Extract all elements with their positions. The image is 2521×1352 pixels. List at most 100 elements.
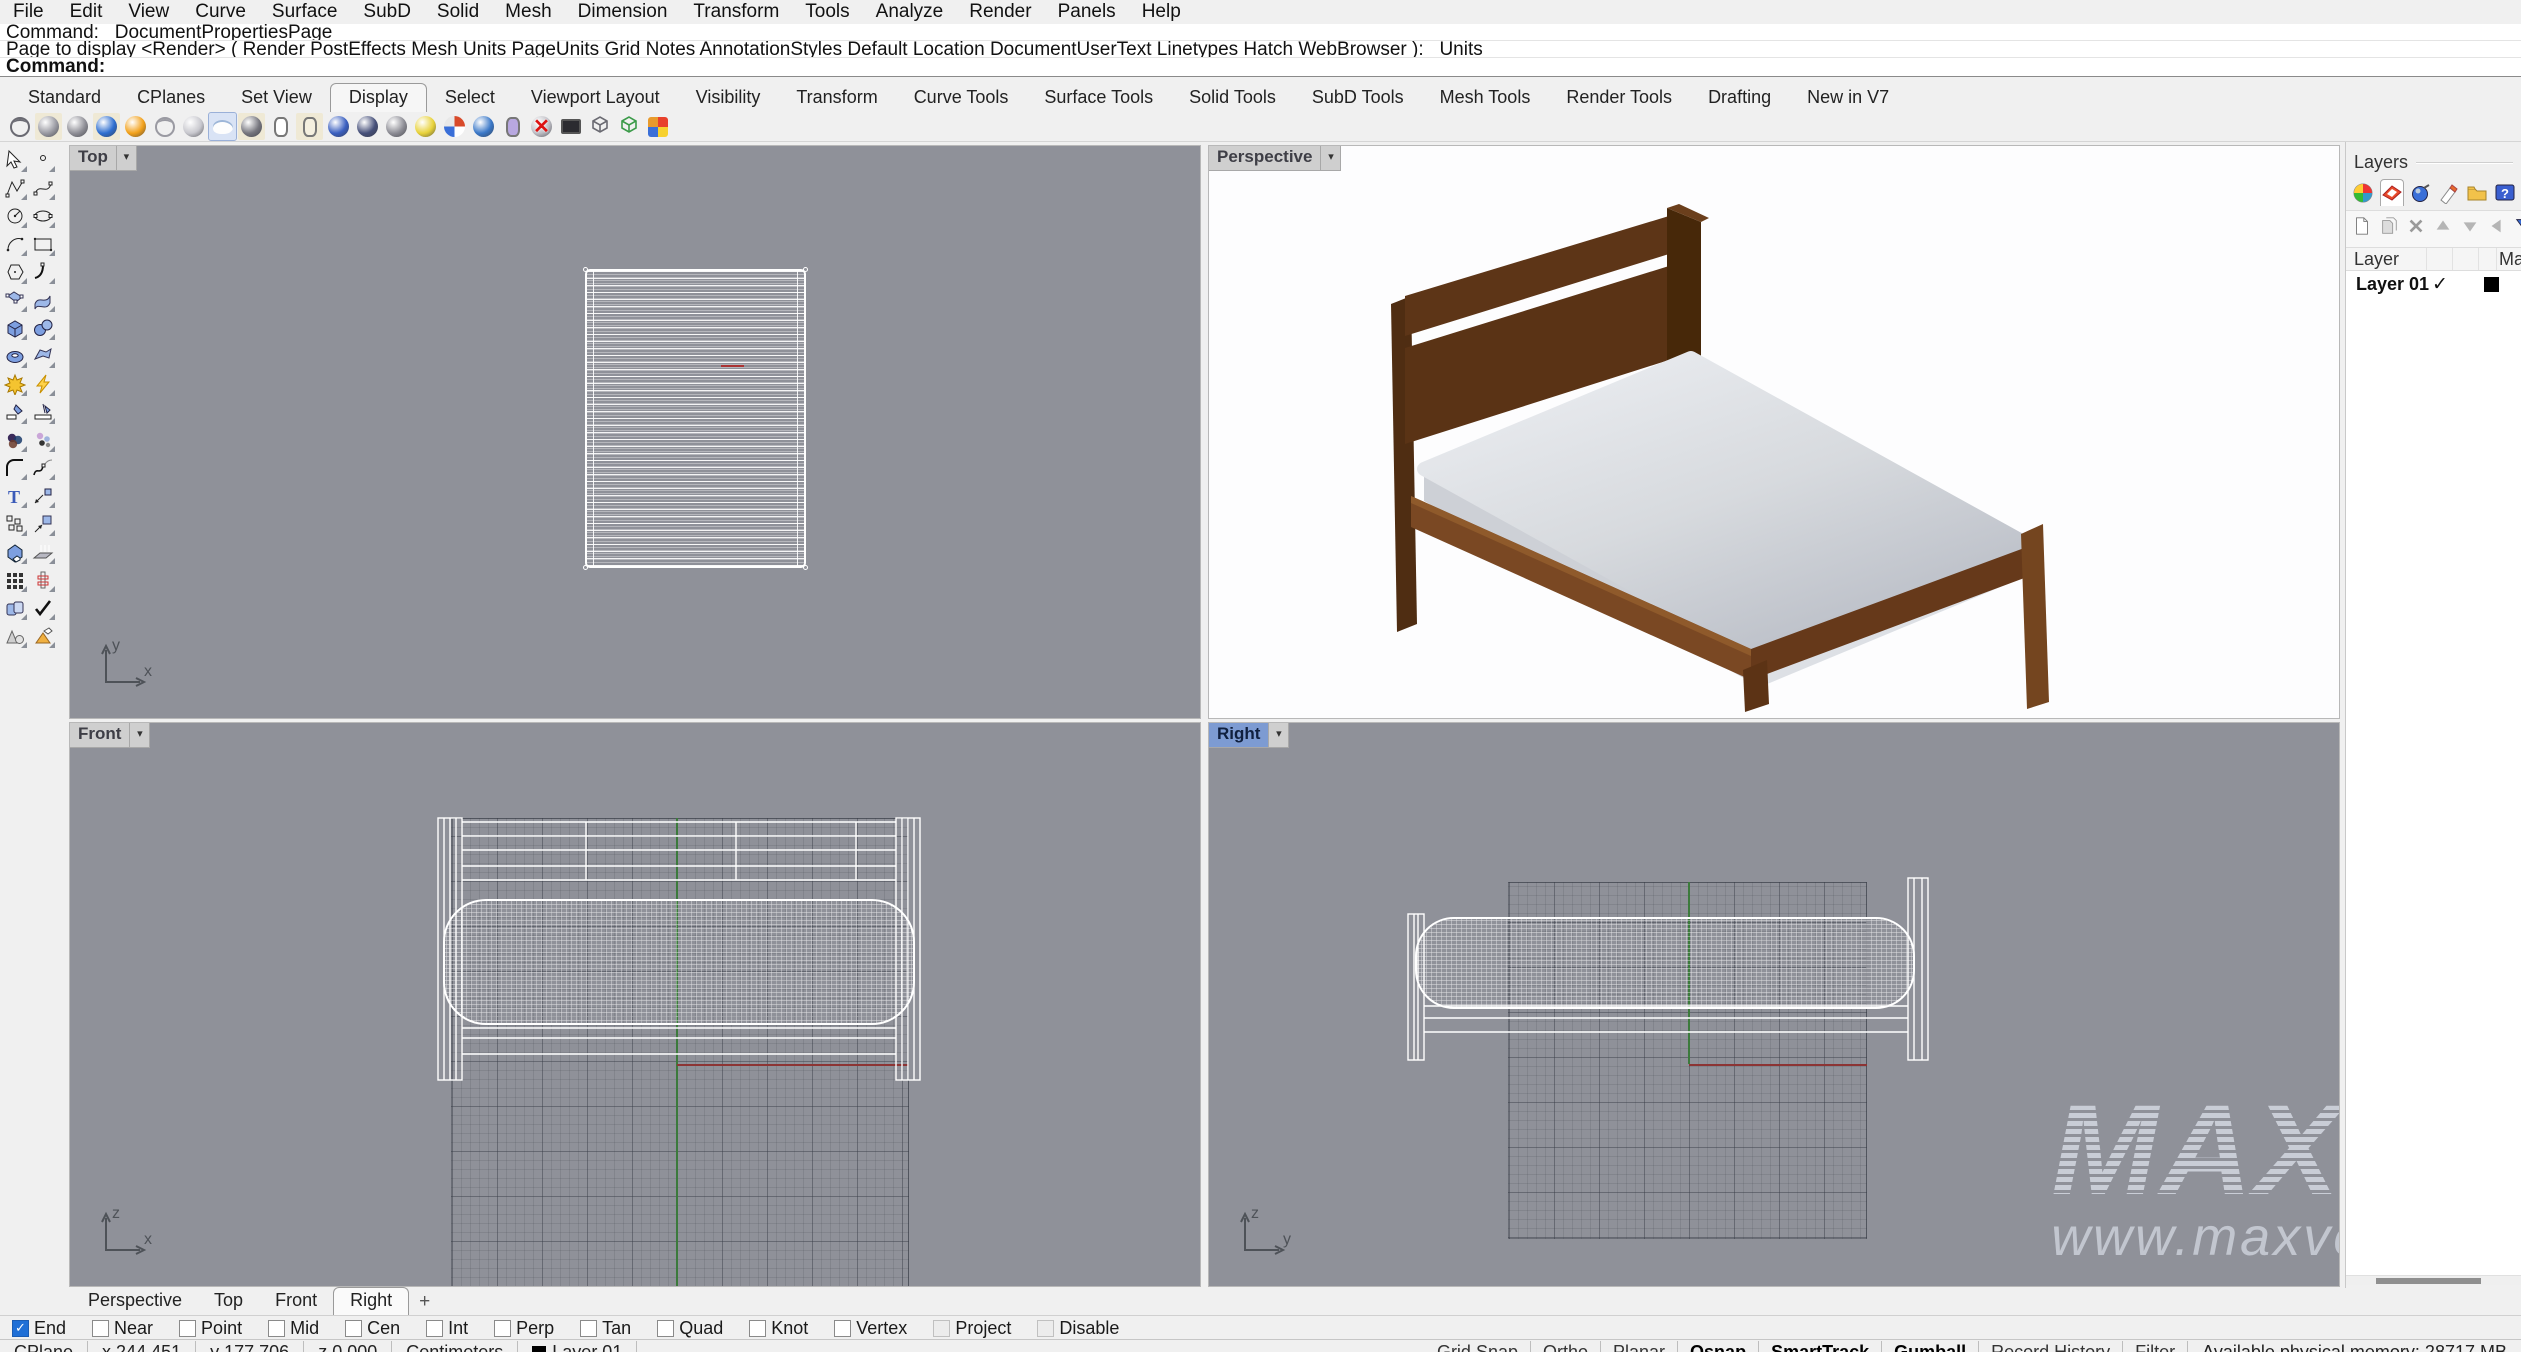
- layer-on-check[interactable]: ✓: [2432, 273, 2448, 296]
- move-up-icon[interactable]: [2433, 216, 2453, 241]
- material-brush-icon[interactable]: [2438, 179, 2460, 206]
- select-arrow-icon[interactable]: [1, 146, 28, 174]
- move-down-icon[interactable]: [2460, 216, 2480, 241]
- osnap-mid[interactable]: Mid: [268, 1318, 319, 1339]
- array-icon[interactable]: [1, 566, 28, 594]
- viewport-right[interactable]: Right ▾ MAXV www.maxve.c z y: [1208, 722, 2340, 1287]
- toggle-gumball[interactable]: Gumball: [1882, 1341, 1979, 1352]
- page-tab-right[interactable]: Right: [333, 1287, 409, 1315]
- filter-icon[interactable]: [2514, 216, 2521, 241]
- render-tab-icon[interactable]: [2410, 179, 2432, 206]
- toggle-smarttrack[interactable]: SmartTrack: [1759, 1341, 1882, 1352]
- surface-cv-icon[interactable]: [1, 286, 28, 314]
- page-tab-front[interactable]: Front: [259, 1288, 333, 1315]
- layer-row[interactable]: Layer 01✓: [2346, 271, 2521, 297]
- orient-icon[interactable]: [29, 510, 56, 538]
- move-left-icon[interactable]: [2487, 216, 2507, 241]
- toggle-osnap[interactable]: Osnap: [1678, 1341, 1759, 1352]
- osnap-perp[interactable]: Perp: [494, 1318, 554, 1339]
- explode-icon[interactable]: [29, 370, 56, 398]
- viewport-front-label[interactable]: Front ▾: [70, 723, 150, 748]
- viewport-front-title[interactable]: Front: [70, 723, 130, 748]
- raytraced-icon[interactable]: [238, 113, 265, 140]
- check-icon[interactable]: [29, 594, 56, 622]
- command-input[interactable]: Command:: [0, 58, 2521, 75]
- viewport-perspective-title[interactable]: Perspective: [1209, 146, 1321, 171]
- block-icon[interactable]: [1, 594, 28, 622]
- library-folder-icon[interactable]: [2466, 179, 2488, 206]
- artistic-icon[interactable]: [209, 113, 236, 140]
- osnap-point[interactable]: Point: [179, 1318, 242, 1339]
- shaded-flat-icon[interactable]: [64, 113, 91, 140]
- blend-arc-icon[interactable]: [29, 454, 56, 482]
- layers-tab-icon[interactable]: [2380, 179, 2404, 206]
- menu-edit[interactable]: Edit: [57, 0, 116, 24]
- boolean-icon[interactable]: [1, 370, 28, 398]
- osnap-quad[interactable]: Quad: [657, 1318, 723, 1339]
- point-color-icon[interactable]: [29, 426, 56, 454]
- checkbox-knot[interactable]: [749, 1320, 766, 1337]
- osnap-near[interactable]: Near: [92, 1318, 153, 1339]
- page-tab-perspective[interactable]: Perspective: [72, 1288, 198, 1315]
- toolbar-tab-surface-tools[interactable]: Surface Tools: [1026, 84, 1171, 112]
- viewport-front[interactable]: Front ▾ z x: [69, 722, 1201, 1287]
- copy-layer-icon[interactable]: [2379, 216, 2399, 241]
- arc-icon[interactable]: [1, 230, 28, 258]
- chevron-down-icon[interactable]: ▾: [130, 723, 150, 748]
- toggle-planar[interactable]: Planar: [1601, 1341, 1678, 1352]
- menu-panels[interactable]: Panels: [1045, 0, 1129, 24]
- chevron-down-icon[interactable]: ▾: [1321, 146, 1341, 171]
- torus-icon[interactable]: [1, 342, 28, 370]
- toolbar-tab-transform[interactable]: Transform: [778, 84, 895, 112]
- viewport-perspective-label[interactable]: Perspective ▾: [1209, 146, 1341, 171]
- toolbar-tab-select[interactable]: Select: [427, 84, 513, 112]
- add-page-tab-button[interactable]: +: [409, 1289, 440, 1315]
- cplane-ball-icon[interactable]: [441, 113, 468, 140]
- checkbox-end[interactable]: ✓: [12, 1320, 29, 1337]
- layer-color-swatch[interactable]: [2484, 277, 2499, 292]
- trim-icon[interactable]: [1, 398, 28, 426]
- loft-icon[interactable]: [29, 286, 56, 314]
- solid-tools-icon[interactable]: [1, 538, 28, 566]
- fillet-icon[interactable]: [1, 454, 28, 482]
- menu-subd[interactable]: SubD: [350, 0, 424, 24]
- toolbar-tab-display[interactable]: Display: [330, 83, 427, 112]
- polygon-icon[interactable]: [1, 258, 28, 286]
- disable-display-icon[interactable]: ✕: [528, 113, 555, 140]
- leader-icon[interactable]: [29, 482, 56, 510]
- box-icon[interactable]: [1, 314, 28, 342]
- toggle-record-history[interactable]: Record History: [1979, 1341, 2123, 1352]
- menu-curve[interactable]: Curve: [182, 0, 259, 24]
- osnap-end[interactable]: ✓End: [12, 1318, 66, 1339]
- viewport-top-label[interactable]: Top ▾: [70, 146, 137, 171]
- cylinder-cv-icon[interactable]: [499, 113, 526, 140]
- viewport-top[interactable]: Top ▾ y x: [69, 145, 1201, 719]
- cplane-selector[interactable]: CPlane: [0, 1341, 88, 1352]
- primitives-icon[interactable]: [1, 622, 28, 650]
- polyline-icon[interactable]: [1, 174, 28, 202]
- toolbar-tab-new-in-v7[interactable]: New in V7: [1789, 84, 1907, 112]
- osnap-vertex[interactable]: Vertex: [834, 1318, 907, 1339]
- page-tab-top[interactable]: Top: [198, 1288, 259, 1315]
- osnap-tan[interactable]: Tan: [580, 1318, 631, 1339]
- checkbox-vertex[interactable]: [834, 1320, 851, 1337]
- toolbar-tab-viewport-layout[interactable]: Viewport Layout: [513, 84, 678, 112]
- osnap-project[interactable]: Project: [933, 1318, 1011, 1339]
- split-icon[interactable]: [29, 398, 56, 426]
- menu-tools[interactable]: Tools: [792, 0, 862, 24]
- xray-icon[interactable]: [180, 113, 207, 140]
- ellipse-icon[interactable]: [29, 202, 56, 230]
- osnap-knot[interactable]: Knot: [749, 1318, 808, 1339]
- render-package-icon[interactable]: [325, 113, 352, 140]
- material-grid-icon[interactable]: [644, 113, 671, 140]
- units-display[interactable]: Centimeters: [392, 1341, 518, 1352]
- gem-icon[interactable]: [29, 622, 56, 650]
- fullscreen-icon[interactable]: [557, 113, 584, 140]
- curve-icon[interactable]: [29, 174, 56, 202]
- group-icon[interactable]: [1, 510, 28, 538]
- checkbox-disable[interactable]: [1037, 1320, 1054, 1337]
- lighting-icon[interactable]: [29, 538, 56, 566]
- toolbar-tab-drafting[interactable]: Drafting: [1690, 84, 1789, 112]
- properties-wheel-icon[interactable]: [2352, 179, 2374, 206]
- blend-curve-icon[interactable]: [29, 258, 56, 286]
